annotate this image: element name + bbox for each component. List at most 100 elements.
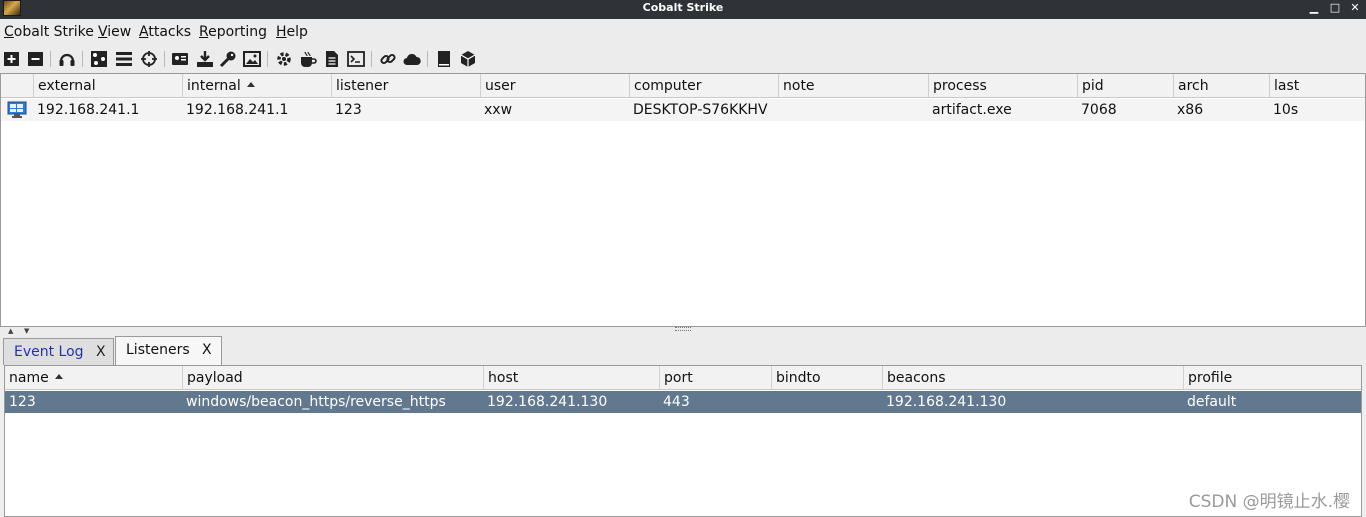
cell-profile: default — [1187, 394, 1237, 410]
toolbar-separator — [427, 51, 428, 67]
split-expand-up-icon[interactable]: ▲ — [8, 327, 13, 335]
cell-user: xxw — [484, 102, 513, 118]
column-header-pid[interactable]: pid — [1077, 74, 1173, 98]
column-header-name[interactable]: name — [5, 366, 182, 390]
minimize-button[interactable]: ▁ — [1307, 1, 1321, 15]
column-header-label: internal — [187, 78, 241, 94]
menu-cobalt-strike[interactable]: Cobalt Strike — [4, 24, 94, 40]
menu-reporting[interactable]: Reporting — [199, 24, 267, 40]
cell-listener: 123 — [335, 102, 362, 118]
tab-label: Listeners — [126, 342, 190, 358]
column-header-computer[interactable]: computer — [629, 74, 778, 98]
bottom-tab-bar: Event Log X Listeners X — [0, 335, 1366, 365]
cell-pid: 7068 — [1081, 102, 1117, 118]
tab-event-log[interactable]: Event Log X — [3, 338, 114, 365]
toolbar-separator — [164, 51, 165, 67]
cell-internal: 192.168.241.1 — [186, 102, 289, 118]
toolbar-separator — [82, 51, 83, 67]
column-header-label: external — [38, 78, 96, 94]
listeners-table: name payload host port bindto beacons pr… — [4, 365, 1362, 517]
column-header-last[interactable]: last — [1269, 74, 1365, 98]
cell-host: 192.168.241.130 — [487, 394, 608, 410]
menu-help[interactable]: Help — [276, 24, 308, 40]
sessions-table-header: external internal listener user computer… — [1, 74, 1365, 98]
toolbar-separator — [267, 51, 268, 67]
scripted-web-delivery-icon[interactable] — [347, 50, 365, 68]
tab-label: Event Log — [14, 344, 84, 360]
toolbar-separator — [50, 51, 51, 67]
table-row[interactable]: 192.168.241.1 192.168.241.1 123 xxw DESK… — [1, 99, 1365, 121]
window-titlebar: Cobalt Strike ▁ □ ✕ — [0, 0, 1366, 19]
pivot-graph-icon[interactable] — [90, 50, 108, 68]
column-header-internal[interactable]: internal — [182, 74, 331, 98]
payload-generator-icon[interactable] — [275, 50, 293, 68]
targets-icon[interactable] — [140, 50, 158, 68]
session-table-icon[interactable] — [115, 50, 133, 68]
window-title: Cobalt Strike — [642, 1, 724, 14]
cell-last: 10s — [1273, 102, 1299, 118]
downloads-icon[interactable] — [196, 50, 214, 68]
column-header-beacons[interactable]: beacons — [882, 366, 1183, 390]
column-header-icon[interactable] — [1, 74, 33, 98]
screenshots-icon[interactable] — [243, 50, 261, 68]
split-pane-divider[interactable]: ▲ ▼ — [0, 327, 1366, 335]
column-header-label: beacons — [887, 370, 946, 386]
manage-web-server-icon[interactable] — [299, 50, 317, 68]
split-grip-icon[interactable] — [675, 327, 691, 331]
column-header-listener[interactable]: listener — [331, 74, 480, 98]
cell-bindto — [771, 391, 882, 413]
column-header-label: pid — [1082, 78, 1104, 94]
menu-bar: Cobalt Strike View Attacks Reporting Hel… — [0, 19, 1366, 45]
tab-close-button[interactable]: X — [96, 344, 106, 360]
column-header-note[interactable]: note — [778, 74, 928, 98]
help-icon[interactable] — [435, 50, 453, 68]
cell-note — [778, 99, 928, 121]
disconnect-icon[interactable] — [27, 50, 45, 68]
watermark-text: CSDN @明镜止水.樱 — [1188, 492, 1350, 512]
manage-sites-icon[interactable] — [403, 50, 421, 68]
split-expand-down-icon[interactable]: ▼ — [24, 327, 29, 335]
menu-view[interactable]: View — [98, 24, 131, 40]
new-connection-icon[interactable] — [3, 50, 21, 68]
listeners-icon[interactable] — [58, 50, 76, 68]
menu-attacks[interactable]: Attacks — [139, 24, 191, 40]
tab-close-button[interactable]: X — [202, 342, 212, 358]
cell-name: 123 — [9, 394, 36, 410]
keystrokes-icon[interactable] — [219, 50, 237, 68]
column-header-label: port — [664, 370, 693, 386]
sort-ascending-icon — [54, 374, 63, 379]
credentials-icon[interactable] — [171, 50, 189, 68]
column-header-process[interactable]: process — [928, 74, 1077, 98]
toolbar-separator — [371, 51, 372, 67]
table-row[interactable]: 123 windows/beacon_https/reverse_https 1… — [5, 391, 1361, 413]
column-header-external[interactable]: external — [33, 74, 182, 98]
column-header-label: user — [485, 78, 516, 94]
column-header-label: name — [9, 370, 49, 386]
copy-url-icon[interactable] — [379, 50, 397, 68]
cell-port: 443 — [663, 394, 690, 410]
maximize-button[interactable]: □ — [1328, 1, 1342, 15]
column-header-profile[interactable]: profile — [1183, 366, 1361, 390]
tab-listeners[interactable]: Listeners X — [115, 336, 222, 365]
about-icon[interactable] — [459, 50, 477, 68]
cell-arch: x86 — [1177, 102, 1204, 118]
column-header-label: profile — [1188, 370, 1233, 386]
sessions-table: external internal listener user computer… — [0, 73, 1366, 327]
column-header-host[interactable]: host — [483, 366, 659, 390]
column-header-port[interactable]: port — [659, 366, 771, 390]
cell-computer: DESKTOP-S76KKHV — [633, 102, 768, 118]
column-header-payload[interactable]: payload — [182, 366, 483, 390]
windows-beacon-icon — [5, 99, 29, 121]
close-button[interactable]: ✕ — [1348, 1, 1362, 15]
cell-payload: windows/beacon_https/reverse_https — [186, 394, 446, 410]
listeners-table-header: name payload host port bindto beacons pr… — [5, 366, 1361, 390]
cell-external: 192.168.241.1 — [37, 102, 140, 118]
column-header-bindto[interactable]: bindto — [771, 366, 882, 390]
host-file-icon[interactable] — [323, 50, 341, 68]
sort-ascending-icon — [246, 82, 255, 87]
column-header-arch[interactable]: arch — [1173, 74, 1269, 98]
cell-beacons: 192.168.241.130 — [886, 394, 1007, 410]
column-header-label: payload — [187, 370, 243, 386]
column-header-user[interactable]: user — [480, 74, 629, 98]
toolbar — [0, 45, 1366, 73]
